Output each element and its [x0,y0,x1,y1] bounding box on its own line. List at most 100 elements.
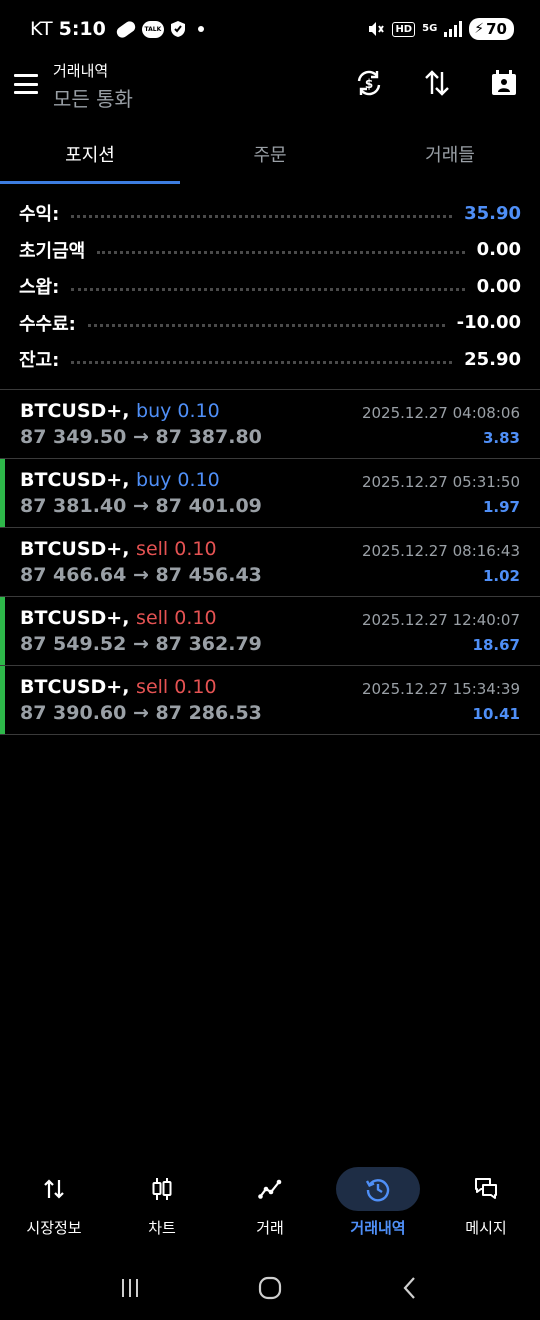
dotted-leader [87,324,445,328]
candlestick-icon [152,1178,172,1200]
history-icon [365,1179,390,1202]
position-profit: 18.67 [472,636,520,654]
position-row[interactable]: BTCUSD+, buy 0.10 87 349.50 → 87 387.80 … [0,390,540,459]
symbol-name: BTCUSD+, [20,400,130,422]
network-5g-icon: 5G [422,23,438,34]
position-time: 2025.12.27 15:34:39 [361,680,520,698]
nav-icon-container [444,1167,528,1211]
position-symbol: BTCUSD+, sell 0.10 [20,538,217,560]
currency-exchange-button[interactable]: $ [352,66,386,100]
nav-item-quotes[interactable]: 시장정보 [0,1160,108,1250]
talk-icon: TALK [141,20,164,38]
position-time: 2025.12.27 05:31:50 [361,473,520,491]
nav-icon-container [12,1167,96,1211]
charging-bolt-icon: ⚡ [474,21,485,37]
trade-line-icon [258,1179,282,1199]
pill-icon [114,18,138,40]
nav-icon-container [336,1167,420,1211]
position-prices: 87 349.50 → 87 387.80 [20,426,262,448]
sort-button[interactable] [420,66,454,100]
position-type: buy 0.10 [136,400,220,422]
nav-item-messages[interactable]: 메시지 [432,1160,540,1250]
carrier-label: KT [30,18,53,40]
symbol-name: BTCUSD+, [20,607,130,629]
nav-item-chart[interactable]: 차트 [108,1160,216,1250]
position-type: sell 0.10 [136,676,217,698]
home-button[interactable] [250,1268,290,1308]
nav-label: 메시지 [465,1219,507,1237]
position-symbol: BTCUSD+, sell 0.10 [20,676,217,698]
summary-value: 0.00 [476,239,521,261]
summary-label: 수수료: [19,313,76,335]
position-row[interactable]: BTCUSD+, buy 0.10 87 381.40 → 87 401.09 … [0,459,540,528]
status-left: KT 5:10 TALK [30,18,204,40]
summary-row-commission: 수수료: -10.00 [0,305,540,342]
shield-check-icon [170,20,186,38]
history-tabs: 포지션 주문 거래들 [0,124,540,184]
talk-label: TALK [141,20,164,38]
tab-deals[interactable]: 거래들 [360,124,540,184]
position-time: 2025.12.27 08:16:43 [361,542,520,560]
summary-panel: 수익: 35.90 초기금액 0.00 스왑: 0.00 수수료: -10.00… [0,195,540,378]
clock: 5:10 [58,18,106,40]
summary-label: 스왑: [19,277,60,299]
summary-row-swap: 스왑: 0.00 [0,268,540,305]
mute-icon [367,20,385,38]
nav-item-trade[interactable]: 거래 [216,1160,324,1250]
bottom-navigation: 시장정보 차트 거래 거래내역 메시지 [0,1160,540,1250]
notification-icons: TALK [114,18,204,40]
position-row[interactable]: BTCUSD+, sell 0.10 87 549.52 → 87 362.79… [0,597,540,666]
position-row[interactable]: BTCUSD+, sell 0.10 87 390.60 → 87 286.53… [0,666,540,735]
nav-icon-container [120,1167,204,1211]
position-profit: 3.83 [482,429,520,447]
app-header: 거래내역 모든 통화 $ [0,58,540,120]
hamburger-menu-icon[interactable] [14,74,38,94]
summary-value: 25.90 [464,348,521,370]
more-notifications-dot [197,26,204,32]
home-icon [258,1276,282,1299]
position-symbol: BTCUSD+, buy 0.10 [20,469,220,491]
svg-text:$: $ [365,77,373,91]
summary-value: 35.90 [464,202,521,224]
position-prices: 87 466.64 → 87 456.43 [20,564,262,586]
summary-label: 수익: [19,204,60,226]
signal-icon [444,21,463,37]
dotted-leader [71,214,453,218]
battery-level: 70 [486,20,507,38]
position-prices: 87 390.60 → 87 286.53 [20,702,262,724]
position-type: sell 0.10 [136,538,217,560]
nav-item-history[interactable]: 거래내역 [324,1160,432,1250]
dotted-leader [71,360,453,364]
position-symbol: BTCUSD+, sell 0.10 [20,607,217,629]
position-type: buy 0.10 [136,469,220,491]
chat-icon [475,1178,497,1199]
recent-apps-button[interactable] [110,1268,150,1308]
nav-label: 거래내역 [350,1219,406,1237]
currency-exchange-icon: $ [357,70,381,96]
tab-positions[interactable]: 포지션 [0,124,180,184]
back-chevron-icon [403,1276,415,1299]
position-time: 2025.12.27 04:08:06 [361,404,520,422]
summary-row-profit: 수익: 35.90 [0,195,540,232]
summary-value: -10.00 [456,312,521,334]
back-button[interactable] [390,1268,430,1308]
calendar-button[interactable] [487,66,521,100]
nav-label: 차트 [148,1219,176,1237]
dotted-leader [71,287,465,291]
tab-orders[interactable]: 주문 [180,124,360,184]
quotes-arrows-icon [44,1179,64,1199]
calendar-icon [492,70,516,95]
summary-value: 0.00 [476,275,521,297]
status-right: HD 5G ⚡ 70 [367,18,514,40]
hd-voice-icon: HD [392,21,416,37]
positions-list: BTCUSD+, buy 0.10 87 349.50 → 87 387.80 … [0,390,540,735]
symbol-name: BTCUSD+, [20,676,130,698]
position-symbol: BTCUSD+, buy 0.10 [20,400,220,422]
currency-filter[interactable]: 모든 통화 [53,83,133,112]
page-title: 거래내역 [53,62,109,80]
summary-row-balance: 잔고: 25.90 [0,341,540,378]
position-type: sell 0.10 [136,607,217,629]
position-profit: 1.97 [482,498,520,516]
recent-apps-icon [122,1278,138,1297]
position-row[interactable]: BTCUSD+, sell 0.10 87 466.64 → 87 456.43… [0,528,540,597]
